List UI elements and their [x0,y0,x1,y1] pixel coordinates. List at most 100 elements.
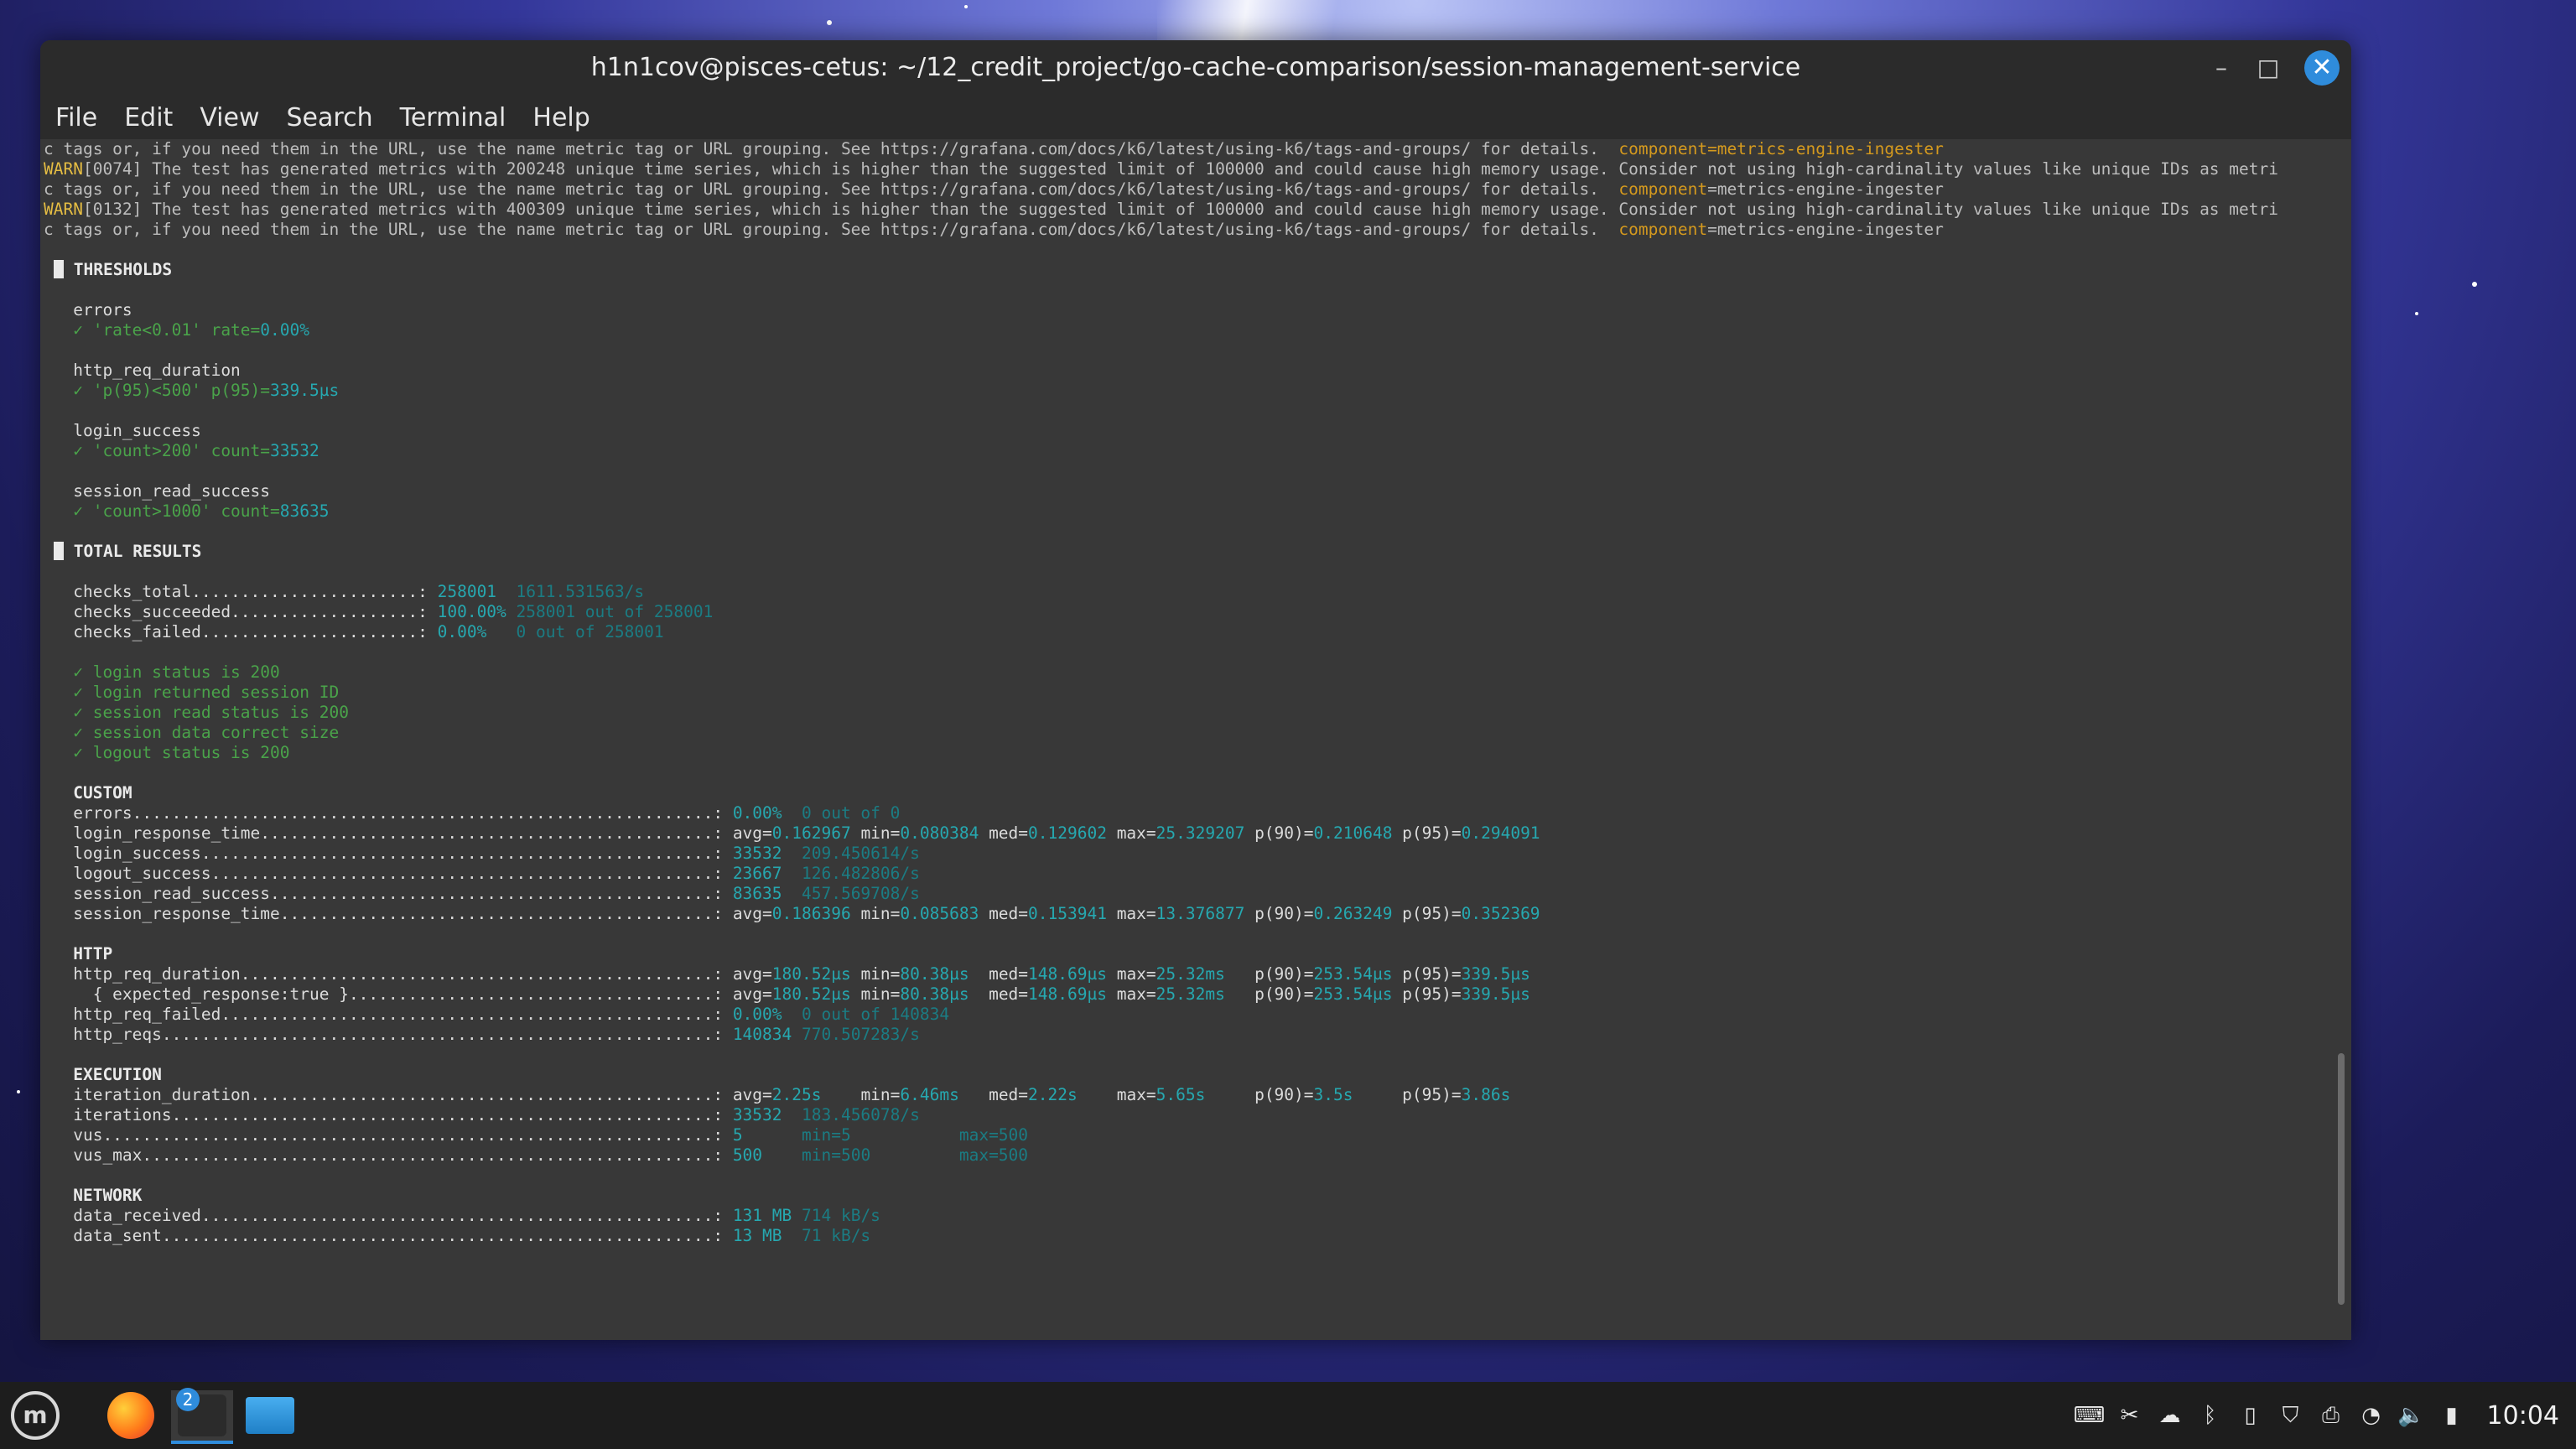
metric-label: data_sent...............................… [44,1226,733,1245]
metric-value: 25.32ms [1156,964,1225,984]
menu-terminal[interactable]: Terminal [400,103,506,132]
warn-tag: WARN [44,159,83,179]
threshold-value: 339.5µs [270,381,340,400]
warning-line: c tags or, if you need them in the URL, … [44,139,2331,159]
metric-row: login_success...........................… [44,844,2331,864]
check-text: ✓ login returned session ID [44,683,340,702]
metric-row: logout_success..........................… [44,864,2331,884]
start-menu-button[interactable]: m [7,1390,64,1441]
wifi-icon[interactable]: ◔ [2356,1400,2386,1431]
titlebar[interactable]: h1n1cov@pisces-cetus: ~/12_credit_projec… [40,40,2351,96]
metric-value: 253.54µs [1313,984,1393,1004]
metric-value: max= [1106,964,1156,984]
warning-component-value: =metrics-engine-ingester [1707,179,1944,199]
metric-value: p(95)= [1392,964,1462,984]
metric-value: min= [850,984,901,1004]
metric-label: session_response_time...................… [44,904,733,923]
menu-file[interactable]: File [55,103,97,132]
metric-value: 457.569708/s [782,884,920,903]
menu-search[interactable]: Search [287,103,373,132]
metric-value: p(95)= [1392,984,1462,1004]
metric-value: 2.22s [1028,1085,1078,1104]
metric-extra: 258001 out of 258001 [506,602,714,621]
metric-row: iteration_duration......................… [44,1085,2331,1105]
shield-icon[interactable]: ⛉ [2276,1400,2306,1431]
clock[interactable]: 10:04 [2487,1401,2559,1431]
threshold-name: errors [44,300,2331,320]
warning-component-value: =metrics-engine-ingester [1707,220,1944,239]
metric-value: 183.456078/s [782,1105,920,1124]
cloud-icon[interactable]: ☁ [2155,1400,2185,1431]
menu-edit[interactable]: Edit [124,103,173,132]
metric-value: med= [979,904,1029,923]
metric-value: 71 kB/s [782,1226,871,1245]
warning-component: component [1618,179,1708,199]
metric-label: { expected_response:true }..............… [44,984,733,1004]
menu-view[interactable]: View [200,103,259,132]
warning-line: c tags or, if you need them in the URL, … [44,179,2331,200]
maximize-button[interactable]: □ [2251,50,2286,86]
metric-value: 148.69µs [1028,964,1107,984]
warning-text: [0074] The test has generated metrics wi… [82,159,2278,179]
terminal-icon: 2 [176,1388,226,1436]
threshold-value: 83635 [279,501,330,521]
metric-value: 131 MB [732,1206,792,1225]
threshold-label: session_read_success [44,481,271,501]
metric-value: 6.46ms [900,1085,959,1104]
metric-value: 180.52µs [771,984,851,1004]
execution-header: EXECUTION [44,1065,2331,1085]
close-button[interactable]: ✕ [2304,50,2340,86]
screenshot-icon[interactable]: ✂ [2115,1400,2145,1431]
firefox-launcher[interactable] [104,1390,158,1441]
metric-value: max= [1106,904,1156,923]
metric-row: data_sent...............................… [44,1226,2331,1246]
threshold-check: ✓ 'rate<0.01' rate=0.00% [44,320,2331,340]
metric-value: 83635 [732,884,782,903]
warning-text: c tags or, if you need them in the URL, … [44,220,1619,239]
folder-icon [246,1397,294,1434]
clipboard-icon[interactable]: ▯ [2236,1400,2266,1431]
terminal-window[interactable]: h1n1cov@pisces-cetus: ~/12_credit_projec… [40,40,2351,1340]
terminal-taskbar-button[interactable]: 2 [171,1388,233,1444]
wallpaper-star [2472,282,2477,287]
warning-component: component [1618,220,1708,239]
bluetooth-icon[interactable]: ᛒ [2195,1400,2225,1431]
check-item: ✓ session read status is 200 [44,703,2331,723]
battery-icon[interactable]: ▮ [2437,1400,2467,1431]
section-title: HTTP [44,944,113,963]
volume-icon[interactable]: 🔈 [2397,1400,2427,1431]
metric-row: { expected_response:true }..............… [44,984,2331,1005]
metric-value: 100.00% [437,602,506,621]
printer-icon[interactable]: ⎙ [2316,1400,2346,1431]
wallpaper-star [2415,312,2418,315]
system-tray: ⌨ ✂ ☁ ᛒ ▯ ⛉ ⎙ ◔ 🔈 ▮ 10:04 [2070,1382,2559,1449]
metric-value: 0.00% [437,622,487,641]
scrollbar-thumb[interactable] [2338,1053,2345,1305]
metric-extra: 0 out of 258001 [486,622,664,641]
minimize-button[interactable]: – [2204,50,2239,86]
keyboard-icon[interactable]: ⌨ [2074,1400,2106,1431]
network-header: NETWORK [44,1186,2331,1206]
section-title: THRESHOLDS [73,260,173,279]
menu-help[interactable]: Help [532,103,589,132]
metric-value: 180.52µs [771,964,851,984]
metric-value: min=500 [762,1145,871,1165]
custom-header: CUSTOM [44,783,2331,803]
metric-label: session_read_success....................… [44,884,733,903]
metric-value: 2.25s [771,1085,822,1104]
metric-row: vus_max.................................… [44,1145,2331,1166]
section-title: CUSTOM [44,783,132,802]
threshold-check: ✓ 'rate<0.01' rate= [44,320,261,340]
terminal-output[interactable]: c tags or, if you need them in the URL, … [40,139,2331,1340]
metric-value: p(90)= [1224,964,1314,984]
metric-value: avg= [732,823,772,843]
files-launcher[interactable] [243,1390,297,1441]
metric-value: 0 out of 140834 [782,1005,950,1024]
warning-component: component=metrics-engine-ingester [1618,139,1944,158]
metric-label: checks_total.......................: [44,582,438,601]
